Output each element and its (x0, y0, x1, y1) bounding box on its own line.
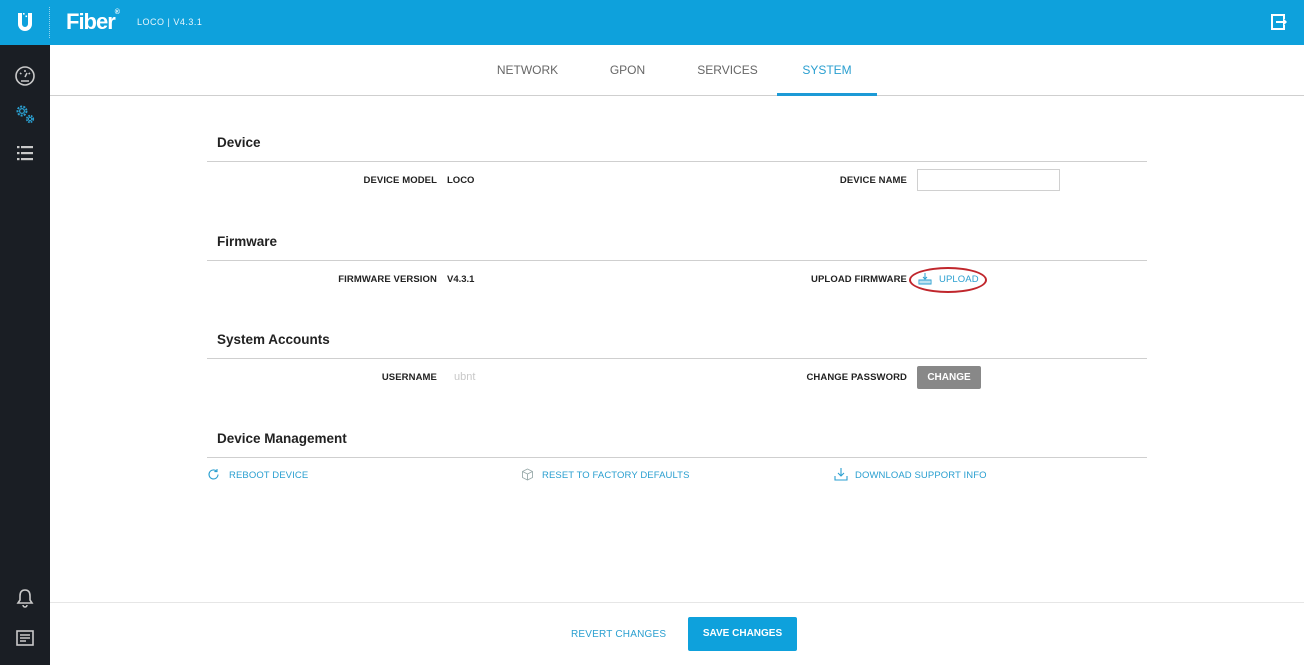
revert-changes-button[interactable]: REVERT CHANGES (571, 629, 666, 640)
footer-divider (50, 602, 1304, 603)
logout-icon[interactable] (1269, 12, 1289, 32)
tab-gpon[interactable]: GPON (590, 45, 665, 95)
section-divider (207, 161, 1147, 162)
section-title-firmware: Firmware (217, 234, 278, 249)
section-divider (207, 260, 1147, 261)
gears-icon[interactable] (14, 103, 36, 125)
ubiquiti-logo-icon (18, 13, 32, 31)
tab-system[interactable]: SYSTEM (777, 45, 877, 96)
firmware-version-value: V4.3.1 (447, 274, 475, 285)
tab-network[interactable]: NETWORK (485, 45, 570, 95)
trademark: ® (114, 9, 120, 16)
cube-icon (522, 468, 533, 481)
tab-services[interactable]: SERVICES (680, 45, 775, 95)
section-title-device: Device (217, 135, 261, 150)
dashboard-icon[interactable] (14, 65, 36, 87)
firmware-version-label: FIRMWARE VERSION (338, 274, 437, 285)
section-divider (207, 358, 1147, 359)
brand-name: Fiber® (66, 9, 120, 35)
upload-firmware-link[interactable]: UPLOAD (918, 273, 979, 285)
device-model-label: DEVICE MODEL (363, 175, 437, 186)
device-name-label: DEVICE NAME (839, 175, 907, 186)
log-icon[interactable] (14, 627, 36, 649)
username-label: USERNAME (381, 372, 437, 383)
download-support-info-link[interactable]: DOWNLOAD SUPPORT INFO (834, 468, 987, 481)
reboot-device-link[interactable]: REBOOT DEVICE (207, 469, 308, 481)
top-bar: Fiber® LOCO | V4.3.1 (0, 0, 1304, 45)
refresh-icon (208, 469, 219, 480)
download-support-text[interactable]: DOWNLOAD SUPPORT INFO (855, 470, 987, 481)
sidebar (0, 45, 50, 665)
device-subtitle: LOCO | V4.3.1 (137, 17, 203, 27)
bell-icon[interactable] (14, 587, 36, 609)
list-icon[interactable] (14, 142, 36, 164)
logo-divider (49, 7, 50, 38)
tab-bar: NETWORK GPON SERVICES SYSTEM (50, 45, 1304, 96)
reset-factory-defaults-link[interactable]: RESET TO FACTORY DEFAULTS (521, 468, 690, 481)
device-name-input[interactable] (917, 169, 1060, 191)
section-title-system-accounts: System Accounts (217, 332, 330, 347)
download-icon (834, 468, 848, 481)
device-model-value: LOCO (447, 175, 475, 186)
reset-factory-text[interactable]: RESET TO FACTORY DEFAULTS (542, 470, 690, 481)
upload-link-text[interactable]: UPLOAD (939, 274, 979, 285)
upload-icon (918, 273, 932, 285)
save-changes-button[interactable]: SAVE CHANGES (688, 617, 797, 651)
brand-text: Fiber (66, 9, 116, 34)
upload-firmware-label: UPLOAD FIRMWARE (811, 274, 907, 285)
change-password-button[interactable]: CHANGE (917, 366, 981, 389)
change-password-label: CHANGE PASSWORD (806, 372, 907, 383)
section-title-device-management: Device Management (217, 431, 347, 446)
section-divider (207, 457, 1147, 458)
reboot-device-text[interactable]: REBOOT DEVICE (229, 470, 308, 481)
username-value: ubnt (454, 371, 476, 383)
